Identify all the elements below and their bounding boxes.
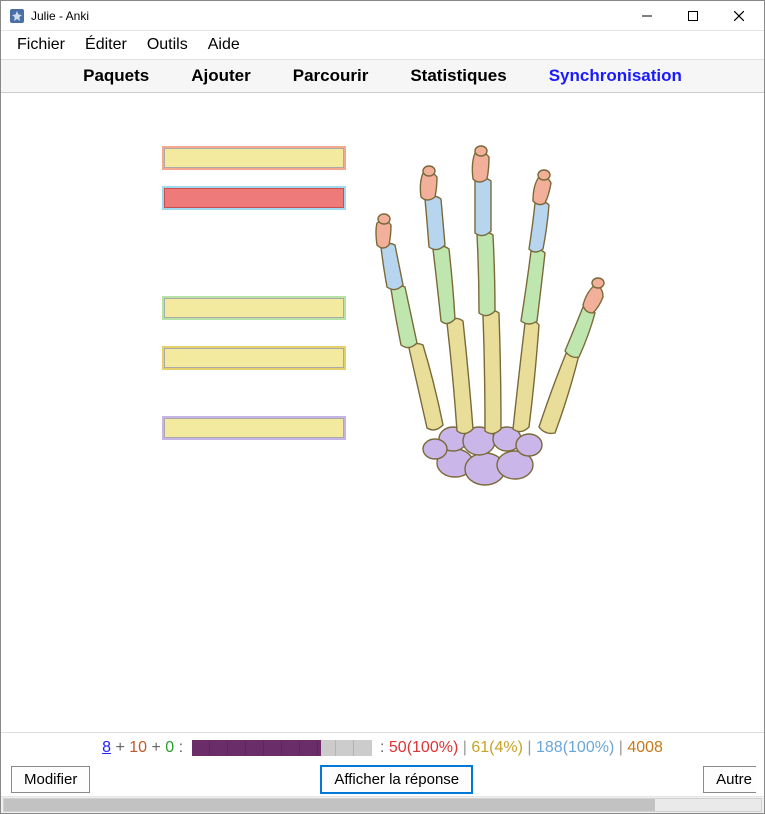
app-window: Julie - Anki Fichier Éditer Outils Aide … <box>0 0 765 814</box>
horizontal-scrollbar[interactable] <box>1 796 764 813</box>
occlusion-box[interactable] <box>159 143 349 173</box>
seg-blue-val: 188 <box>536 739 563 756</box>
scrollbar-thumb[interactable] <box>4 799 655 811</box>
minimize-button[interactable] <box>624 1 670 31</box>
tab-statistiques[interactable]: Statistiques <box>404 62 512 90</box>
occlusion-box[interactable] <box>159 413 349 443</box>
seg-red-val: 50 <box>389 739 407 756</box>
occlusion-labels <box>159 123 357 443</box>
count-learn: 10 <box>129 739 147 756</box>
seg-yellow-val: 61 <box>471 739 489 756</box>
stats-line: 8 + 10 + 0 : : 50(100%) | 61(4%) | 188(1… <box>1 733 764 761</box>
more-button[interactable]: Autre <box>703 766 756 793</box>
seg-red-pct: (100%) <box>407 739 459 756</box>
seg-blue-pct: (100%) <box>563 739 615 756</box>
occlusion-box[interactable] <box>159 293 349 323</box>
tab-ajouter[interactable]: Ajouter <box>185 62 257 90</box>
seg-yellow-pct: (4%) <box>489 739 523 756</box>
pipe-sep: | <box>527 739 531 756</box>
plus-sep: + <box>115 739 124 756</box>
menu-editer[interactable]: Éditer <box>77 34 135 56</box>
tab-parcourir[interactable]: Parcourir <box>287 62 375 90</box>
window-controls <box>624 1 762 31</box>
count-due: 0 <box>165 739 174 756</box>
maximize-button[interactable] <box>670 1 716 31</box>
scrollbar-track[interactable] <box>3 798 762 812</box>
tabbar: Paquets Ajouter Parcourir Statistiques S… <box>1 59 764 93</box>
tab-paquets[interactable]: Paquets <box>77 62 155 90</box>
content-area: .st{stroke:#7a6a3a;stroke-width:1.4;stro… <box>1 93 764 732</box>
pipe-sep: | <box>619 739 623 756</box>
hand-diagram: .st{stroke:#7a6a3a;stroke-width:1.4;stro… <box>357 123 607 513</box>
edit-button[interactable]: Modifier <box>11 766 90 793</box>
menu-outils[interactable]: Outils <box>139 34 196 56</box>
colon-sep: : <box>380 739 384 756</box>
menubar: Fichier Éditer Outils Aide <box>1 31 764 59</box>
app-icon <box>9 8 25 24</box>
menu-aide[interactable]: Aide <box>200 34 248 56</box>
progress-ticks <box>192 740 372 756</box>
card-area: .st{stroke:#7a6a3a;stroke-width:1.4;stro… <box>1 93 764 732</box>
progress-bar <box>192 740 372 756</box>
close-button[interactable] <box>716 1 762 31</box>
card: .st{stroke:#7a6a3a;stroke-width:1.4;stro… <box>159 123 607 732</box>
menu-fichier[interactable]: Fichier <box>9 34 73 56</box>
plus-sep: + <box>151 739 160 756</box>
button-row: Modifier Afficher la réponse Autre <box>1 761 764 796</box>
colon-sep: : <box>179 739 183 756</box>
footer: 8 + 10 + 0 : : 50(100%) | 61(4%) | 188(1… <box>1 732 764 813</box>
occlusion-box[interactable] <box>159 343 349 373</box>
count-new: 8 <box>102 739 111 756</box>
pipe-sep: | <box>463 739 467 756</box>
window-title: Julie - Anki <box>31 9 624 23</box>
show-answer-button[interactable]: Afficher la réponse <box>320 765 473 794</box>
titlebar: Julie - Anki <box>1 1 764 31</box>
seg-orange: 4008 <box>627 739 663 756</box>
occlusion-box[interactable] <box>159 183 349 213</box>
tab-synchronisation[interactable]: Synchronisation <box>543 62 688 90</box>
